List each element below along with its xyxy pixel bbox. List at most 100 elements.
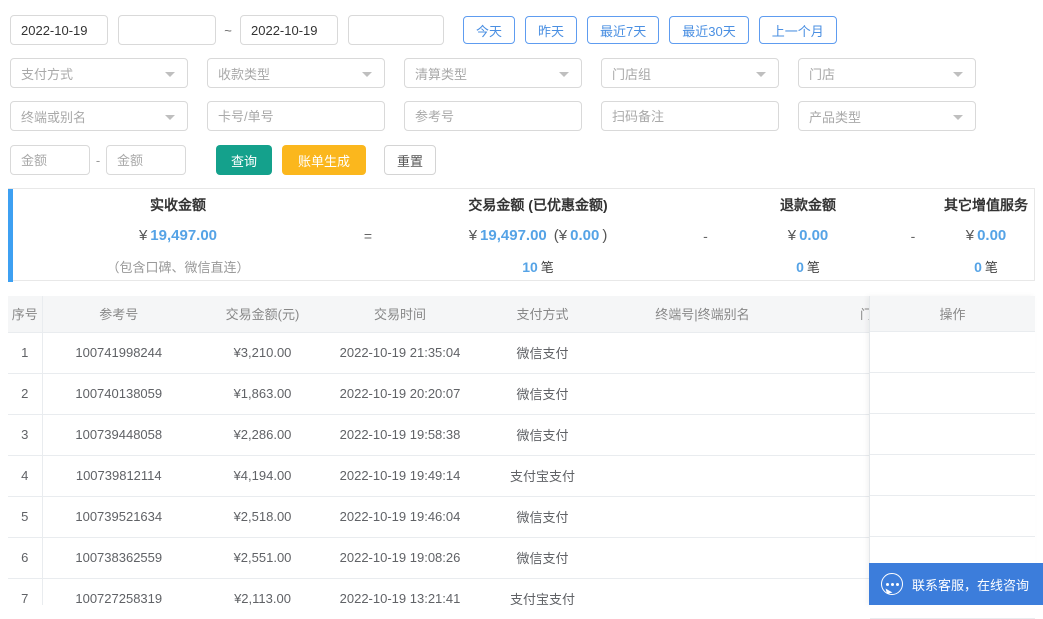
- summary-received: 实收金额 ¥19,497.00 （包含口碑、微信直连）: [13, 189, 343, 282]
- collection-type-placeholder: 收款类型: [218, 66, 271, 82]
- date-range-row: ~ 今天 昨天 最近7天 最近30天 上一个月: [10, 15, 1043, 45]
- filter-area: ~ 今天 昨天 最近7天 最近30天 上一个月 支付方式 收款类型 清算类型 门…: [0, 0, 1043, 175]
- cell-time: 2022-10-19 19:49:14: [330, 455, 470, 497]
- transaction-amount: ¥19,497.00 (¥ 0.00): [393, 220, 683, 251]
- cell-time: 2022-10-19 19:08:26: [330, 537, 470, 579]
- contact-support-button[interactable]: 联系客服，在线咨询: [869, 563, 1043, 605]
- today-button[interactable]: 今天: [463, 16, 516, 44]
- cell-amount: ¥1,863.00: [195, 373, 330, 415]
- end-time-input[interactable]: [348, 15, 444, 45]
- store-group-placeholder: 门店组: [612, 66, 652, 82]
- product-type-placeholder: 产品类型: [809, 109, 862, 125]
- pay-method-select[interactable]: 支付方式: [10, 58, 188, 88]
- header-reference-no: 参考号: [42, 296, 195, 333]
- product-type-select[interactable]: 产品类型: [798, 101, 976, 131]
- cell-time: 2022-10-19 19:46:04: [330, 496, 470, 538]
- cell-ref: 100739812114: [42, 455, 195, 497]
- received-amount: ¥19,497.00: [13, 220, 343, 251]
- cell-method: 微信支付: [470, 332, 615, 374]
- transaction-count-unit: 笔: [540, 260, 554, 275]
- last-30-days-button[interactable]: 最近30天: [669, 16, 749, 44]
- currency-symbol: ¥: [138, 227, 148, 244]
- currency-symbol: ¥: [965, 227, 975, 244]
- transaction-label: 交易金额 (已优惠金额): [468, 196, 608, 213]
- operator-minus-2: -: [910, 227, 916, 244]
- cell-index: 2: [8, 373, 43, 415]
- cell-action: [870, 455, 1035, 496]
- value-added-label: 其它增值服务: [944, 196, 1028, 213]
- refund-label: 退款金额: [780, 196, 836, 213]
- last-7-days-button[interactable]: 最近7天: [587, 16, 660, 44]
- cell-amount: ¥2,113.00: [195, 578, 330, 605]
- store-group-select[interactable]: 门店组: [601, 58, 779, 88]
- transaction-count-value: 10: [522, 258, 538, 275]
- search-button[interactable]: 查询: [216, 145, 272, 175]
- cell-method: 微信支付: [470, 537, 615, 579]
- scan-code-remark-input[interactable]: [601, 101, 779, 131]
- quick-range-buttons: 今天 昨天 最近7天 最近30天 上一个月: [463, 16, 837, 44]
- cell-terminal: [615, 496, 790, 538]
- yesterday-button[interactable]: 昨天: [525, 16, 578, 44]
- header-amount: 交易金额(元): [195, 296, 330, 333]
- operator-equals: =: [363, 227, 373, 244]
- cell-action: [870, 332, 1035, 373]
- discount-open: (¥: [553, 227, 568, 244]
- cell-time: 2022-10-19 19:58:38: [330, 414, 470, 456]
- filter-row-2: 终端或别名 产品类型: [10, 101, 1043, 131]
- received-note: （包含口碑、微信直连）: [106, 260, 250, 275]
- cell-action: [870, 414, 1035, 455]
- end-date-input[interactable]: [240, 15, 338, 45]
- received-amount-value: 19,497.00: [150, 227, 218, 244]
- refund-amount-value: 0.00: [799, 227, 829, 244]
- operator-minus-1: -: [703, 227, 708, 244]
- value-added-amount: ¥0.00: [938, 220, 1034, 251]
- header-action: 操作: [870, 296, 1035, 332]
- summary-refund: 退款金额 ¥0.00 0笔: [728, 189, 888, 282]
- refund-count-unit: 笔: [806, 260, 820, 275]
- cell-ref: 100739521634: [42, 496, 195, 538]
- value-added-count: 0笔: [938, 251, 1034, 282]
- summary-value-added: 其它增值服务 ¥0.00 0笔: [938, 189, 1034, 282]
- cell-terminal: [615, 455, 790, 497]
- terminal-or-alias-select[interactable]: 终端或别名: [10, 101, 188, 131]
- cell-action: [870, 496, 1035, 537]
- generate-bill-button[interactable]: 账单生成: [282, 145, 366, 175]
- clearing-type-select[interactable]: 清算类型: [404, 58, 582, 88]
- contact-support-label: 联系客服，在线咨询: [912, 577, 1030, 593]
- cell-ref: 100727258319: [42, 578, 195, 605]
- start-date-input[interactable]: [10, 15, 108, 45]
- summary-panel: 实收金额 ¥19,497.00 （包含口碑、微信直连） = 交易金额 (已优惠金…: [8, 188, 1035, 282]
- cell-method: 支付宝支付: [470, 578, 615, 605]
- refund-count: 0笔: [728, 251, 888, 282]
- amount-max-input[interactable]: [106, 145, 186, 175]
- cell-ref: 100740138059: [42, 373, 195, 415]
- start-time-input[interactable]: [118, 15, 216, 45]
- cell-amount: ¥2,551.00: [195, 537, 330, 579]
- value-added-count-value: 0: [974, 258, 982, 275]
- cell-amount: ¥2,518.00: [195, 496, 330, 538]
- refund-amount: ¥0.00: [728, 220, 888, 251]
- cell-method: 微信支付: [470, 414, 615, 456]
- cell-index: 1: [8, 332, 43, 374]
- cell-amount: ¥2,286.00: [195, 414, 330, 456]
- cell-time: 2022-10-19 13:21:41: [330, 578, 470, 605]
- cell-ref: 100739448058: [42, 414, 195, 456]
- cell-terminal: [615, 373, 790, 415]
- reference-no-input[interactable]: [404, 101, 582, 131]
- store-select[interactable]: 门店: [798, 58, 976, 88]
- summary-transaction: 交易金额 (已优惠金额) ¥19,497.00 (¥ 0.00) 10 笔: [393, 189, 683, 282]
- collection-type-select[interactable]: 收款类型: [207, 58, 385, 88]
- header-index: 序号: [8, 296, 43, 333]
- amount-min-input[interactable]: [10, 145, 90, 175]
- cell-index: 4: [8, 455, 43, 497]
- card-or-order-no-input[interactable]: [207, 101, 385, 131]
- cell-index: 7: [8, 578, 43, 605]
- cell-terminal: [615, 537, 790, 579]
- reset-button[interactable]: 重置: [384, 145, 436, 175]
- header-pay-method: 支付方式: [470, 296, 615, 333]
- cell-index: 6: [8, 537, 43, 579]
- last-month-button[interactable]: 上一个月: [758, 16, 837, 44]
- value-added-amount-value: 0.00: [977, 227, 1007, 244]
- filter-row-1: 支付方式 收款类型 清算类型 门店组 门店: [10, 58, 1043, 88]
- cell-index: 5: [8, 496, 43, 538]
